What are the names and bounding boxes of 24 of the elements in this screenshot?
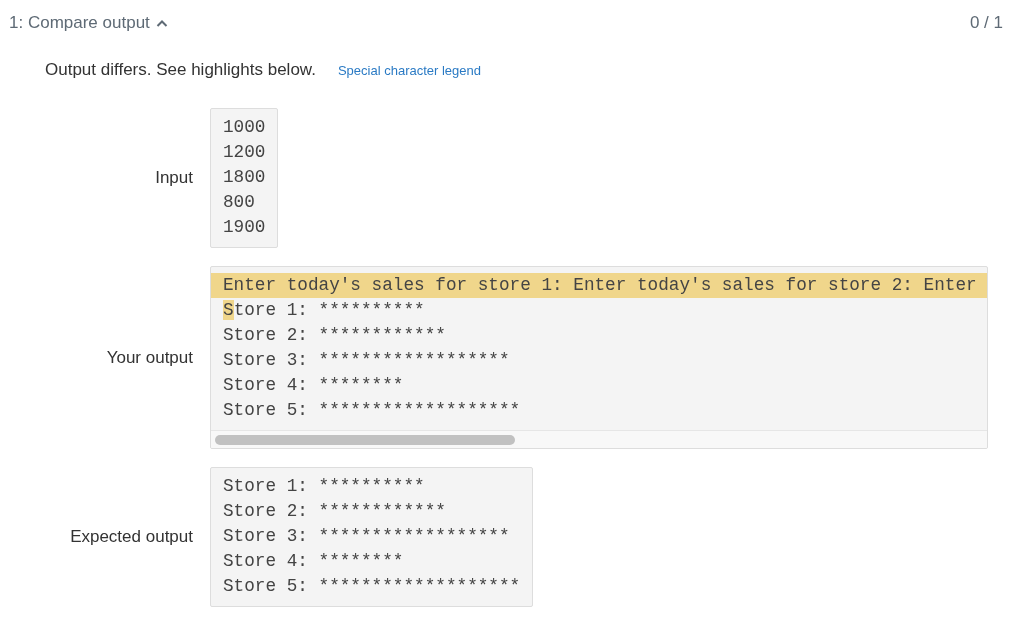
scrollbar[interactable] (211, 430, 987, 448)
output-line: 800 (222, 191, 256, 214)
output-line: Store 3: ****************** (222, 349, 511, 372)
row-label: Input (154, 168, 193, 188)
output-line: Store 5: ******************* (222, 399, 522, 422)
output-line: 1000 (222, 116, 267, 139)
output-line: Store 1: ********** (222, 475, 426, 498)
output-line: Store 3: ****************** (222, 525, 511, 548)
output-line: 1800 (222, 166, 267, 189)
output-line: 1900 (222, 216, 267, 239)
legend-link[interactable]: Special character legend (337, 63, 481, 78)
chevron-icon (155, 19, 168, 27)
score: 0 / 1 (969, 13, 1003, 33)
output-line: Store 1: ********** (222, 299, 426, 322)
output-line: Store 5: ******************* (222, 575, 522, 598)
output-line: Store 2: ************ (222, 324, 447, 347)
row-label: Your output (105, 347, 193, 368)
output-line: 1200 (222, 141, 267, 164)
output-line: Store 2: ************ (222, 500, 447, 523)
section-toggle[interactable]: 1: Compare output (9, 13, 168, 33)
output-line: Store 4: ******** (222, 550, 405, 573)
output-line: Store 4: ******** (222, 374, 405, 397)
status-message: Output differs. See highlights below. (45, 60, 316, 80)
row-label: Expected output (69, 527, 193, 547)
